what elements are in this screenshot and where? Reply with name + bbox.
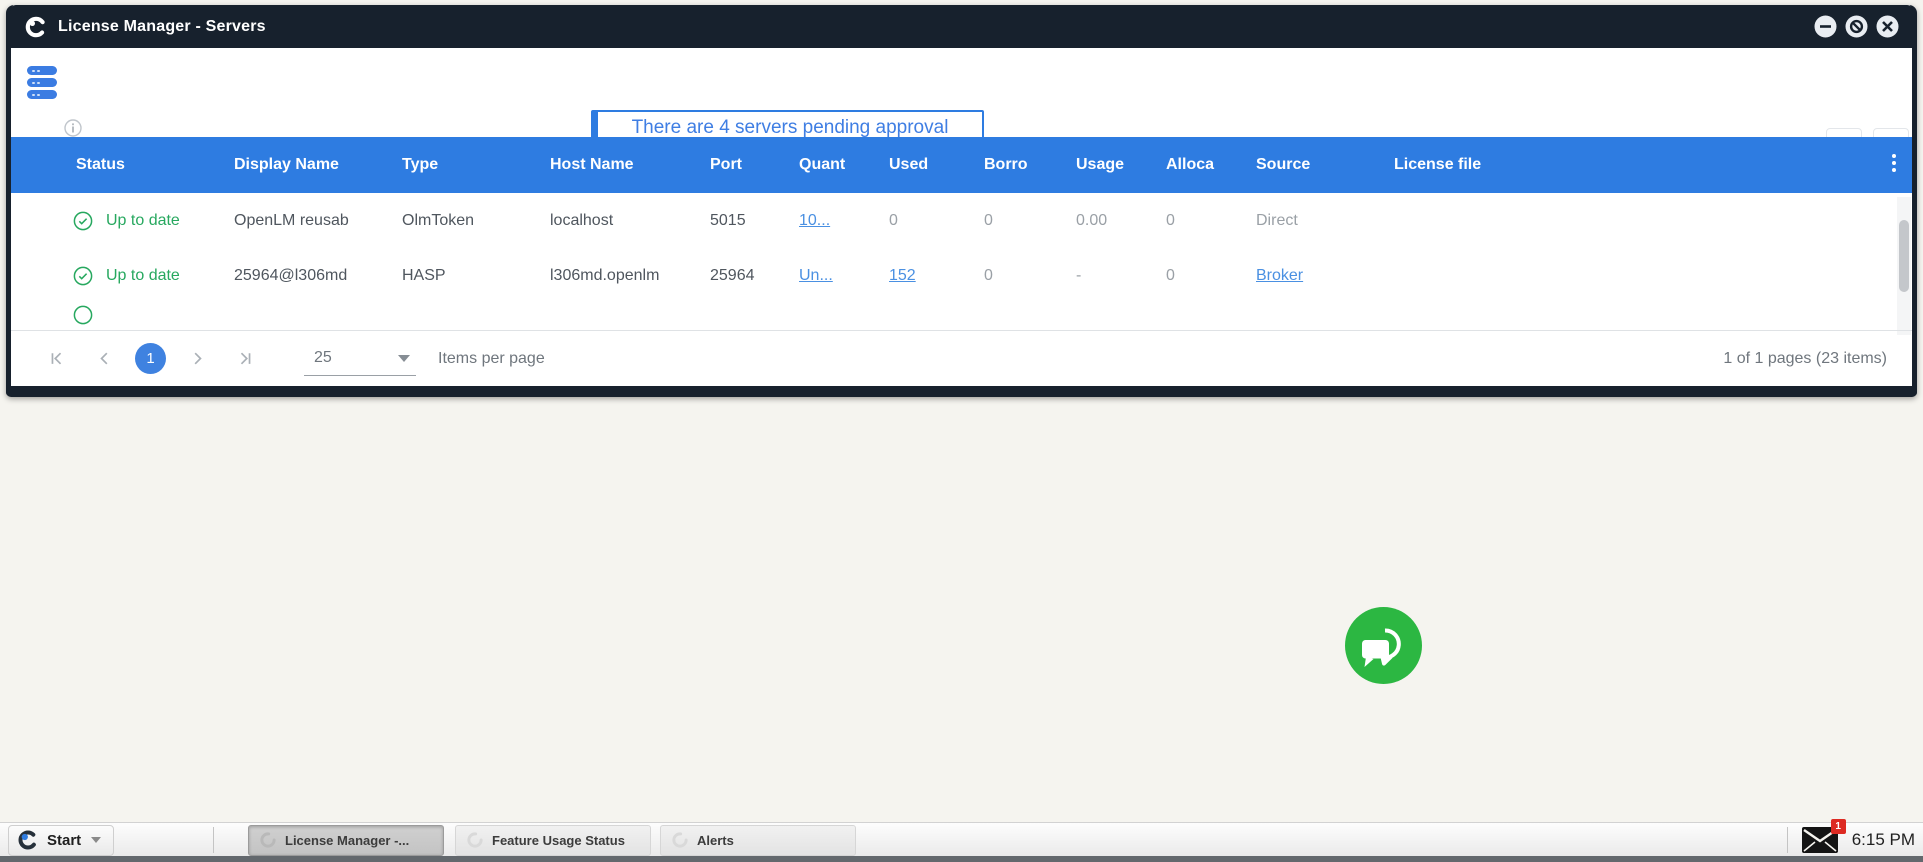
table-body: Up to date OpenLM reusab OlmToken localh… (11, 193, 1912, 330)
app-logo-icon (259, 831, 277, 849)
status-ok-icon (73, 211, 93, 231)
column-header-port[interactable]: Port (700, 156, 789, 174)
items-per-page-value: 25 (314, 349, 332, 367)
cell-type: OlmToken (392, 212, 540, 230)
minimize-icon[interactable] (1814, 15, 1837, 38)
chat-widget-button[interactable] (1345, 607, 1422, 684)
info-icon[interactable] (64, 119, 82, 137)
servers-stack-icon[interactable] (27, 66, 59, 102)
cell-port: 5015 (700, 212, 789, 230)
status-ok-icon (73, 305, 93, 325)
column-menu-icon[interactable] (1886, 151, 1902, 175)
app-logo-icon (466, 831, 484, 849)
cell-used: 0 (879, 212, 974, 230)
table-row[interactable]: Up to date OpenLM reusab OlmToken localh… (11, 193, 1912, 248)
taskbar-item-feature-usage-status[interactable]: Feature Usage Status (455, 825, 651, 856)
next-page-button[interactable] (180, 342, 214, 376)
column-header-used[interactable]: Used (879, 156, 974, 174)
mail-badge: 1 (1831, 819, 1846, 834)
window-title: License Manager - Servers (58, 18, 266, 36)
items-per-page-select[interactable]: 25 (304, 342, 416, 376)
cell-usage: - (1066, 267, 1156, 285)
mail-tray-button[interactable]: 1 (1802, 827, 1838, 853)
taskbar-item-license-manager[interactable]: License Manager -... (248, 825, 444, 856)
used-link[interactable]: 152 (889, 267, 916, 284)
start-logo-icon (17, 829, 39, 851)
cell-type: HASP (392, 267, 540, 285)
openlm-logo-icon (24, 15, 48, 39)
taskbar-clock: 6:15 PM (1852, 830, 1915, 850)
system-tray: 1 6:15 PM (1787, 823, 1915, 857)
cell-allocated: 0 (1156, 212, 1246, 230)
status-text: Up to date (106, 267, 180, 285)
page-summary: 1 of 1 pages (23 items) (1723, 350, 1887, 368)
scrollbar-thumb[interactable] (1899, 220, 1909, 292)
quantity-link[interactable]: 10... (799, 212, 830, 229)
column-header-status[interactable]: Status (11, 156, 224, 174)
app-logo-icon (671, 831, 689, 849)
previous-page-button[interactable] (87, 342, 121, 376)
page-number-button[interactable]: 1 (135, 343, 166, 374)
column-header-usage[interactable]: Usage (1066, 156, 1156, 174)
source-link[interactable]: Broker (1256, 267, 1303, 284)
pagination-bar: 1 25 Items per page 1 of 1 pages (23 ite… (11, 330, 1912, 386)
taskbar-item-alerts[interactable]: Alerts (660, 825, 856, 856)
cell-source: Direct (1246, 212, 1384, 230)
column-header-source[interactable]: Source (1246, 156, 1384, 174)
column-header-type[interactable]: Type (392, 156, 540, 174)
cell-allocated: 0 (1156, 267, 1246, 285)
toolbar: There are 4 servers pending approval (11, 48, 1912, 137)
cell-host-name: l306md.openlm (540, 267, 700, 285)
last-page-button[interactable] (228, 342, 262, 376)
status-ok-icon (73, 266, 93, 286)
quantity-link[interactable]: Un... (799, 267, 833, 284)
titlebar[interactable]: License Manager - Servers (10, 5, 1913, 48)
column-header-license-file[interactable]: License file (1384, 156, 1912, 174)
status-text: Up to date (106, 212, 180, 230)
taskbar: Start License Manager -... Feature Usage… (0, 822, 1923, 862)
chevron-down-icon (398, 355, 410, 362)
pending-approval-text: There are 4 servers pending approval (632, 117, 949, 139)
cell-display-name: 25964@l306md (224, 267, 392, 285)
column-header-display-name[interactable]: Display Name (224, 156, 392, 174)
column-header-quantity[interactable]: Quant (789, 156, 879, 174)
chevron-down-icon (91, 837, 101, 843)
taskbar-divider (213, 827, 214, 853)
column-header-allocated[interactable]: Alloca (1156, 156, 1246, 174)
items-per-page-label: Items per page (438, 350, 545, 368)
table-header: Status Display Name Type Host Name Port … (11, 137, 1912, 193)
column-header-host-name[interactable]: Host Name (540, 156, 700, 174)
taskbar-item-label: License Manager -... (285, 833, 409, 848)
start-button[interactable]: Start (8, 825, 114, 856)
cell-port: 25964 (700, 267, 789, 285)
cell-host-name: localhost (540, 212, 700, 230)
table-row[interactable]: Up to date 25964@l306md HASP l306md.open… (11, 248, 1912, 303)
first-page-button[interactable] (39, 342, 73, 376)
cell-borrowed: 0 (974, 212, 1066, 230)
column-header-borrowed[interactable]: Borro (974, 156, 1066, 174)
cell-usage: 0.00 (1066, 212, 1156, 230)
tray-divider (1787, 827, 1788, 853)
cell-display-name: OpenLM reusab (224, 212, 392, 230)
start-label: Start (47, 832, 81, 849)
cell-borrowed: 0 (974, 267, 1066, 285)
taskbar-item-label: Feature Usage Status (492, 833, 625, 848)
taskbar-item-label: Alerts (697, 833, 734, 848)
maximize-icon[interactable] (1845, 15, 1868, 38)
table-row[interactable] (11, 305, 1912, 325)
close-icon[interactable] (1876, 15, 1899, 38)
license-manager-window: License Manager - Servers (6, 5, 1917, 397)
